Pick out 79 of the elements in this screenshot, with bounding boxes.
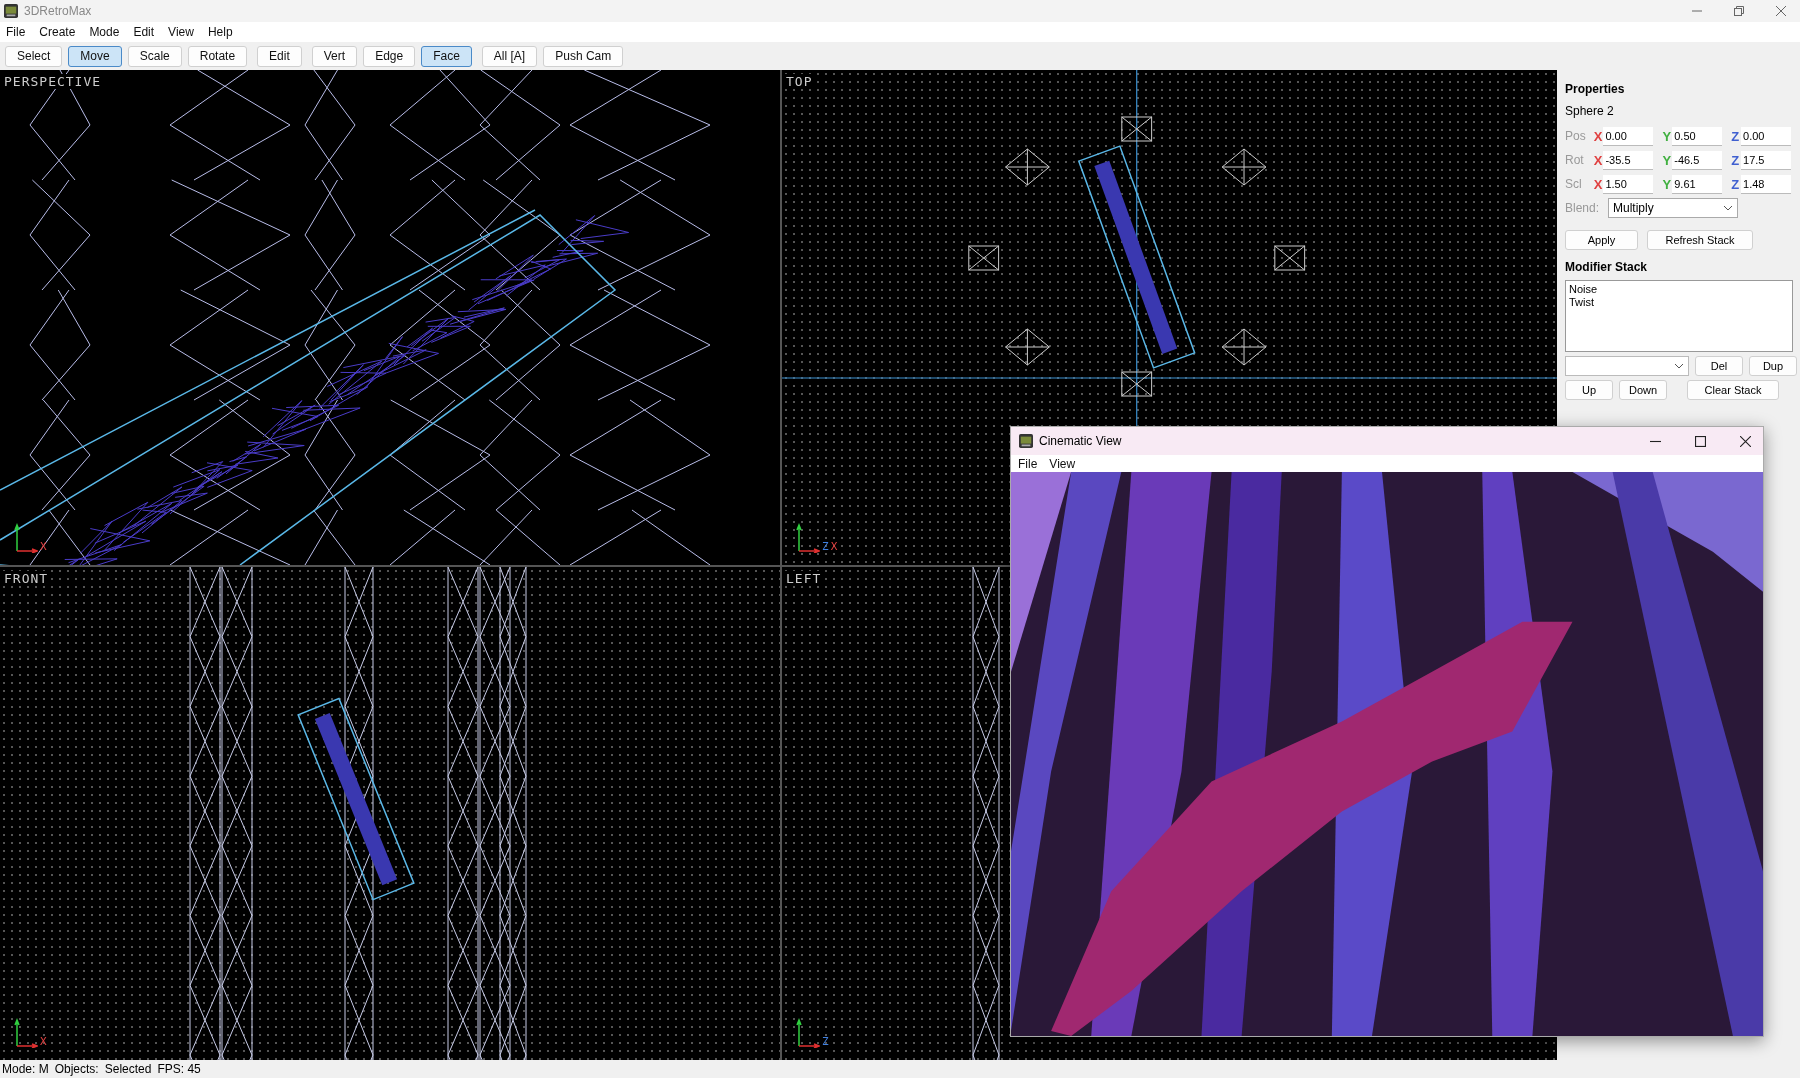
object-name: Sphere 2: [1565, 104, 1615, 118]
axis-label: X: [40, 540, 47, 553]
axis-label: Y: [1662, 176, 1673, 192]
axis-label: X: [1593, 176, 1604, 192]
window-title: Cinematic View: [1039, 434, 1122, 448]
list-item[interactable]: Noise: [1569, 283, 1789, 296]
number-field[interactable]: 9.61: [1672, 174, 1723, 194]
field-label: Scl: [1565, 177, 1583, 191]
panel-button[interactable]: Dup: [1749, 356, 1797, 376]
axis-label: X: [1593, 128, 1604, 144]
panel-button[interactable]: Del: [1695, 356, 1743, 376]
viewport[interactable]: PERSPECTIVE X: [0, 70, 780, 565]
restore-icon[interactable]: [1734, 6, 1744, 16]
axis-label: Z: [1731, 152, 1741, 168]
close-icon[interactable]: [1740, 435, 1751, 447]
axis-label: X: [830, 540, 838, 553]
panel-button[interactable]: Refresh Stack: [1647, 230, 1753, 250]
chevron-icon: [1723, 205, 1733, 211]
maximize-icon[interactable]: [1695, 435, 1706, 447]
panel-button[interactable]: Up: [1565, 380, 1613, 400]
field-label: Blend:: [1565, 201, 1601, 215]
axis-label: Y: [1662, 152, 1673, 168]
tool-button[interactable]: Edge: [363, 45, 416, 67]
panel-button[interactable]: Down: [1619, 380, 1667, 400]
menu-item[interactable]: View: [168, 25, 194, 39]
field-label: Rot: [1565, 153, 1585, 167]
tool-button[interactable]: Edit: [257, 45, 302, 67]
chevron-icon: [1674, 363, 1684, 369]
axis-label: X: [1593, 152, 1604, 168]
field-label: Pos: [1565, 129, 1587, 143]
panel-title: Properties: [1565, 82, 1626, 96]
app-icon: [4, 4, 18, 18]
status-text: Mode: M: [2, 1062, 49, 1076]
number-field[interactable]: 1.50: [1603, 174, 1654, 194]
menu-item[interactable]: File: [6, 25, 26, 39]
number-field[interactable]: 0.50: [1672, 126, 1723, 146]
tool-button[interactable]: Scale: [127, 45, 182, 67]
menu-item[interactable]: Mode: [89, 25, 120, 39]
status-text: Selected: [104, 1062, 152, 1076]
axis-label: Z: [1731, 128, 1741, 144]
panel-button[interactable]: Clear Stack: [1687, 380, 1779, 400]
axis-label: Z: [822, 1035, 829, 1048]
tool-button[interactable]: Select: [5, 45, 63, 67]
axis-icon: [14, 1018, 38, 1048]
status-text: Objects:: [54, 1062, 99, 1076]
number-field[interactable]: 0.00: [1603, 126, 1654, 146]
app-icon: [1019, 434, 1033, 448]
tool-button[interactable]: Rotate: [187, 45, 248, 67]
tool-button[interactable]: Push Cam: [543, 45, 624, 67]
axis-label: Z: [1731, 176, 1741, 192]
menu-item[interactable]: Edit: [133, 25, 155, 39]
axis-label: X: [40, 1035, 47, 1048]
menu-item[interactable]: Help: [207, 25, 233, 39]
blend-dropdown[interactable]: Multiply: [1608, 198, 1738, 218]
modifier-list[interactable]: Noise Twist: [1565, 280, 1793, 352]
axis-icon: [796, 1018, 820, 1048]
window-title: 3DRetroMax: [24, 4, 92, 18]
viewport-label: LEFT: [784, 571, 824, 586]
number-field[interactable]: -35.5: [1603, 150, 1654, 170]
menu-item[interactable]: Create: [39, 25, 76, 39]
tool-button[interactable]: Face: [421, 45, 472, 67]
tool-button[interactable]: All [A]: [481, 45, 538, 67]
viewport[interactable]: FRONT X: [0, 567, 780, 1060]
number-field[interactable]: 0.00: [1741, 126, 1791, 146]
number-field[interactable]: -46.5: [1672, 150, 1723, 170]
axis-label: Y: [1662, 128, 1673, 144]
panel-button[interactable]: Apply: [1565, 230, 1638, 250]
axis-icon: [14, 523, 38, 553]
axis-icon: [796, 523, 820, 553]
number-field[interactable]: 17.5: [1741, 150, 1791, 170]
axis-label: Z: [822, 540, 829, 553]
menu-item[interactable]: View: [1049, 456, 1076, 471]
menu-item[interactable]: File: [1018, 456, 1038, 471]
section-title: Modifier Stack: [1565, 260, 1649, 274]
number-field[interactable]: 1.48: [1741, 174, 1791, 194]
tool-button[interactable]: Move: [68, 45, 122, 67]
status-text: FPS: 45: [157, 1062, 201, 1076]
list-item[interactable]: Twist: [1569, 296, 1789, 309]
tool-button[interactable]: Vert: [311, 45, 358, 67]
